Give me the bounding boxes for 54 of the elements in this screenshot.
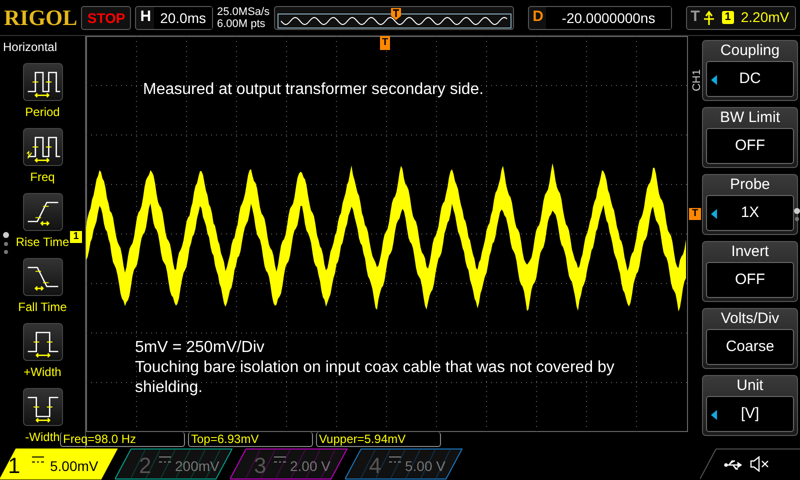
measure-label: +Width xyxy=(24,364,62,381)
measure-button[interactable] xyxy=(22,323,62,361)
rising-edge-icon xyxy=(702,10,715,26)
channel-scale: 5.00mV xyxy=(50,457,98,476)
measure-label: Rise Time xyxy=(16,234,70,251)
measurement-readout: Vupper=5.94mV xyxy=(316,432,441,447)
measure-label: Period xyxy=(25,104,60,121)
annotation-text: 5mV = 250mV/Div xyxy=(135,338,264,358)
channel-scale: 200mV xyxy=(175,457,220,476)
dc-coupling-icon xyxy=(159,456,171,464)
menu-softkey[interactable]: BW Limit OFF xyxy=(702,107,798,168)
run-stop-button[interactable]: STOP xyxy=(81,6,132,30)
menu-softkey[interactable]: Invert OFF xyxy=(702,241,798,302)
delay-field[interactable]: D -20.0000000ns xyxy=(528,6,672,30)
channel-scale: 2.00 V xyxy=(290,457,330,476)
dc-coupling-icon xyxy=(389,456,401,464)
trigger-level-marker: T xyxy=(689,208,701,220)
mute-icon xyxy=(750,456,770,472)
channel-label: CH1 xyxy=(690,69,704,92)
measure-label: Freq xyxy=(30,169,55,186)
menu-softkey[interactable]: Coupling DC xyxy=(702,40,798,101)
measurement-readout: Freq=98.0 Hz xyxy=(60,432,185,447)
trigger-level: 2.20mV xyxy=(740,8,790,27)
timebase-field[interactable]: H 20.0ms xyxy=(135,6,213,30)
annotation-text: Measured at output transformer secondary side. xyxy=(143,80,484,100)
measurement-readout: Top=6.93mV xyxy=(188,432,313,447)
measure-label: Fall Time xyxy=(18,299,67,316)
menu-softkey[interactable]: Unit [V] xyxy=(702,375,798,436)
sample-rate: 25.0MSa/s xyxy=(217,6,270,18)
channel-scale: 5.00 V xyxy=(405,457,446,476)
measure-button[interactable] xyxy=(22,388,62,426)
dc-coupling-icon xyxy=(274,456,286,464)
channel-number: 2 xyxy=(139,452,152,480)
annotation-text: Touching bare isolation on input coax cable that was not covered by shielding. xyxy=(135,358,616,398)
channel-marker: 1 xyxy=(70,231,82,243)
measure-button[interactable] xyxy=(22,63,62,101)
trigger-position-marker: T xyxy=(380,36,390,50)
dc-coupling-icon xyxy=(32,456,44,464)
menu-softkey[interactable]: Volts/Div Coarse xyxy=(702,308,798,369)
logo: RIGOL xyxy=(4,4,78,32)
measure-button[interactable] xyxy=(22,193,62,231)
usb-icon xyxy=(724,459,744,471)
trigger-source-badge: 1 xyxy=(722,11,734,24)
measure-label: -Width xyxy=(25,429,60,446)
measure-button[interactable] xyxy=(22,258,62,296)
trigger-field[interactable]: T 1 2.20mV xyxy=(686,6,796,30)
measure-button[interactable] xyxy=(22,128,62,166)
menu-softkey[interactable]: Probe 1X xyxy=(702,174,798,235)
memory-depth: 6.00M pts xyxy=(217,18,266,30)
channel-number: 4 xyxy=(369,452,382,480)
trigger-position-icon xyxy=(390,8,401,20)
menu-title: Horizontal xyxy=(2,39,58,56)
channel-number: 1 xyxy=(8,452,20,480)
channel-number: 3 xyxy=(254,452,266,480)
